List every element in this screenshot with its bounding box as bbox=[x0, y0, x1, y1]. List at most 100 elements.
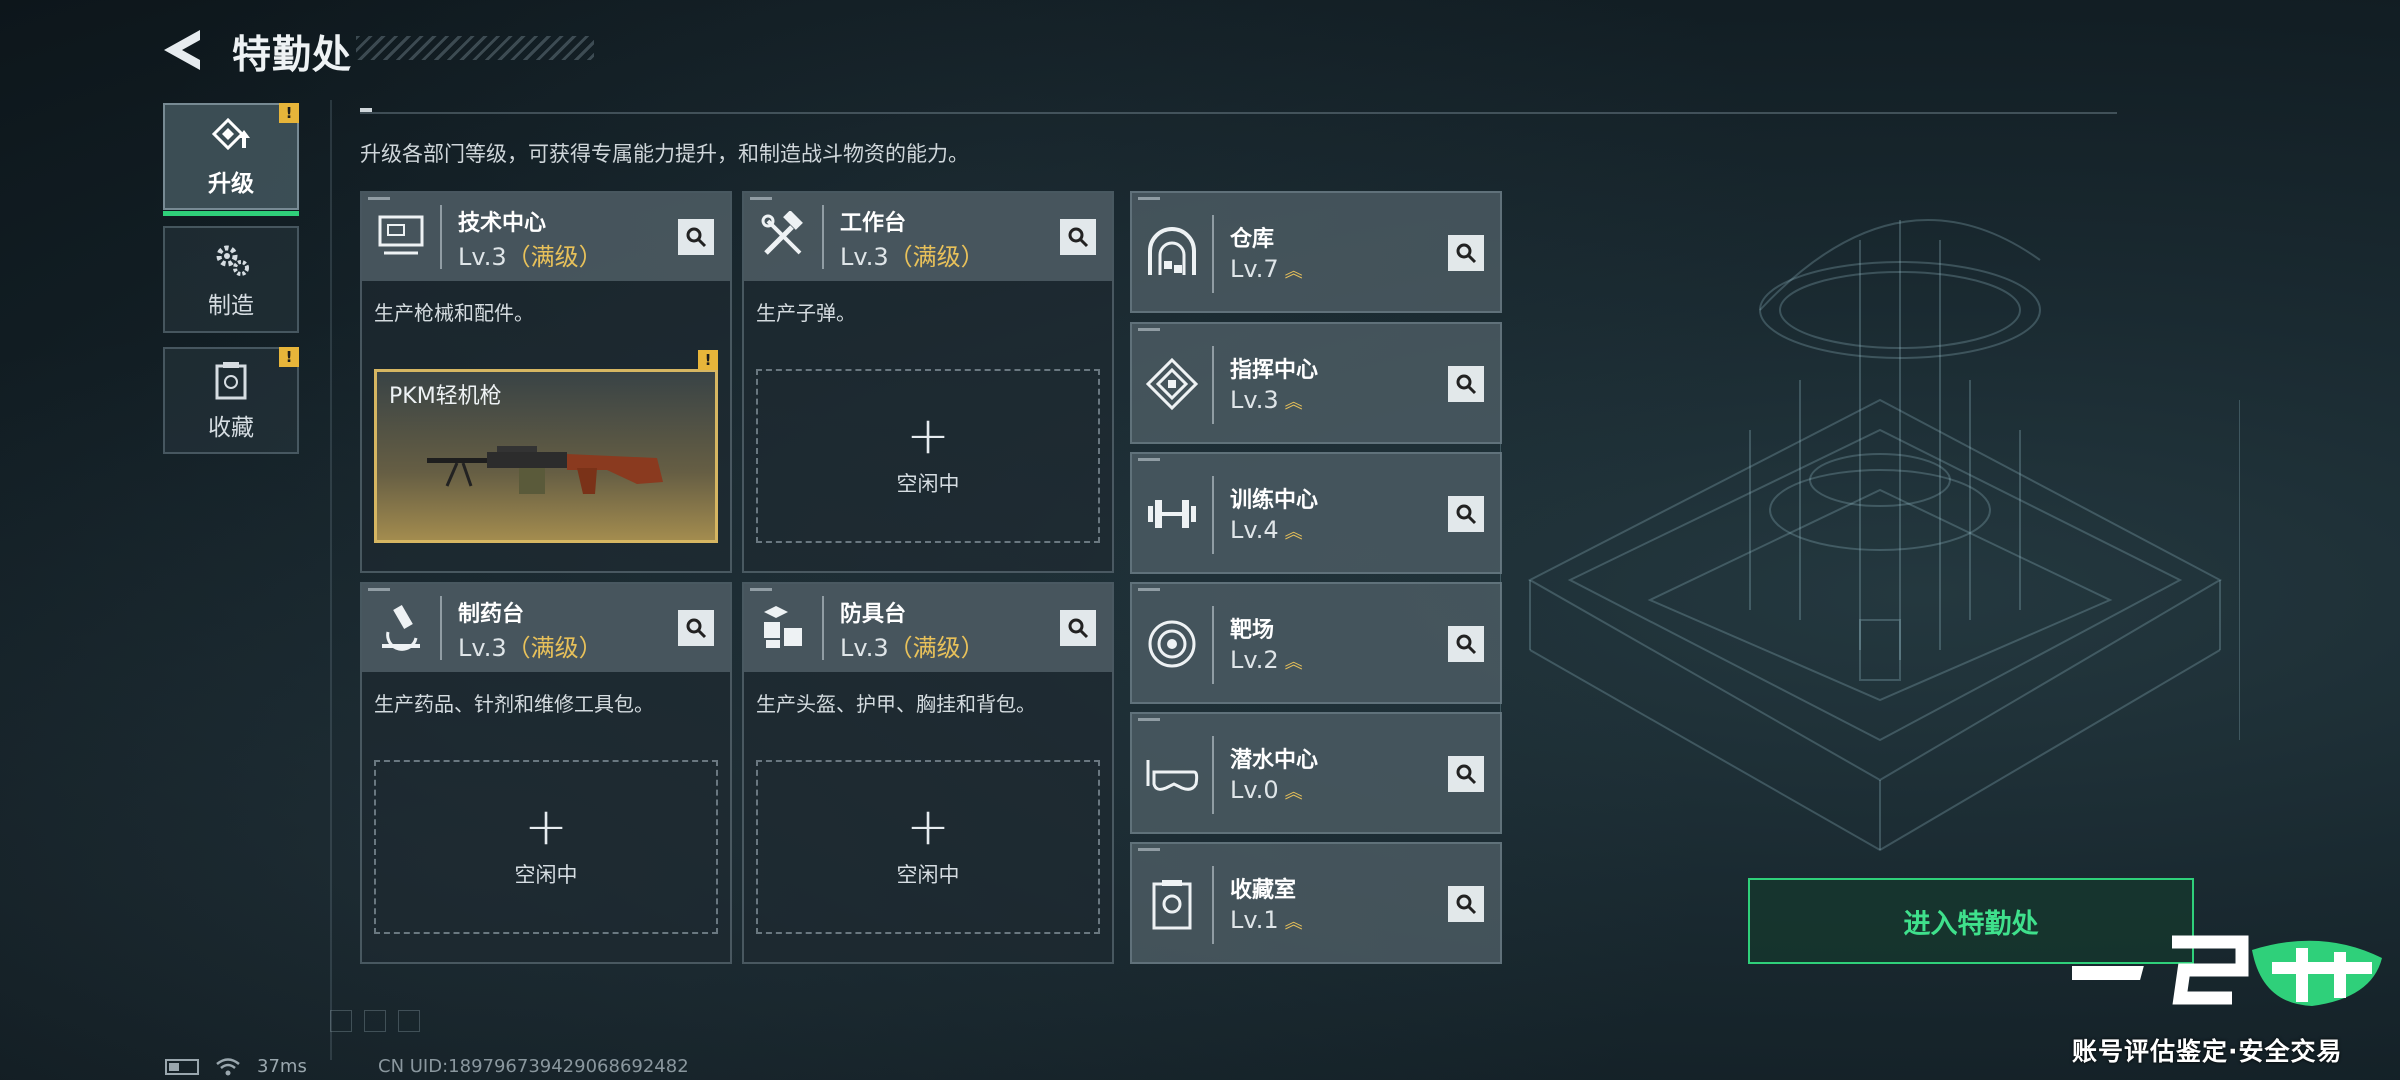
upgradable-chevron-icon: ︽ bbox=[1284, 392, 1303, 413]
search-icon bbox=[1456, 894, 1477, 915]
department-level: Lv.3（满级） bbox=[458, 243, 603, 271]
department-name: 技术中心 bbox=[458, 211, 547, 236]
dumbbell-icon bbox=[1148, 500, 1196, 528]
divider-accent bbox=[360, 108, 372, 112]
production-slot-item[interactable]: PKM轻机枪 ! bbox=[374, 350, 718, 543]
collection-room-icon bbox=[1152, 880, 1192, 930]
upgradable-chevron-icon: ︽ bbox=[1284, 652, 1303, 673]
base-blueprint-illustration bbox=[1500, 219, 2240, 852]
decoration-square bbox=[398, 1010, 420, 1032]
search-icon bbox=[1456, 764, 1477, 785]
battery-icon bbox=[165, 1058, 199, 1075]
department-level: Lv.3（满级） bbox=[458, 634, 603, 662]
slot-status: 空闲中 bbox=[514, 863, 578, 887]
machine-gun-image bbox=[427, 446, 663, 494]
title-decoration bbox=[356, 36, 594, 60]
gears-icon bbox=[216, 245, 249, 276]
add-icon: + bbox=[906, 406, 950, 466]
upgradable-chevron-icon: ︽ bbox=[1284, 912, 1303, 933]
search-button[interactable] bbox=[1448, 626, 1484, 662]
armor-boxes-icon bbox=[764, 606, 802, 648]
facility-level: Lv.3 ︽ bbox=[1230, 386, 1303, 414]
search-icon bbox=[1456, 374, 1477, 395]
search-icon bbox=[686, 618, 707, 639]
search-icon bbox=[1068, 618, 1089, 639]
facility-level: Lv.2 ︽ bbox=[1230, 646, 1303, 674]
department-card-pharmacy[interactable]: 制药台 Lv.3（满级） 生产药品、针剂和维修工具包。 + 空闲中 bbox=[360, 582, 732, 964]
command-center-icon bbox=[1145, 357, 1199, 411]
facility-level: Lv.0 ︽ bbox=[1230, 776, 1303, 804]
department-card-workbench[interactable]: 工作台 Lv.3（满级） 生产子弹。 + 空闲中 bbox=[742, 191, 1114, 573]
empty-production-slot[interactable]: + 空闲中 bbox=[374, 760, 718, 934]
search-icon bbox=[1456, 634, 1477, 655]
search-icon bbox=[1456, 504, 1477, 525]
department-name: 工作台 bbox=[840, 211, 907, 236]
slot-status: 空闲中 bbox=[896, 863, 960, 887]
tools-icon bbox=[761, 211, 803, 255]
empty-production-slot[interactable]: + 空闲中 bbox=[756, 760, 1100, 934]
department-level: Lv.3（满级） bbox=[840, 243, 985, 271]
facility-name: 潜水中心 bbox=[1230, 748, 1319, 773]
search-button[interactable] bbox=[1448, 496, 1484, 532]
tab-upgrade[interactable]: 升级 ! bbox=[163, 103, 299, 216]
ping-value: 37ms bbox=[257, 1056, 307, 1077]
facility-shooting-range[interactable]: 靶场 Lv.2 ︽ bbox=[1130, 582, 1502, 704]
watermark-tagline: 账号评估鉴定·安全交易 bbox=[2072, 1037, 2343, 1066]
search-button[interactable] bbox=[1448, 886, 1484, 922]
decoration-square bbox=[364, 1010, 386, 1032]
department-card-armor-bench[interactable]: 防具台 Lv.3（满级） 生产头盔、护甲、胸挂和背包。 + 空闲中 bbox=[742, 582, 1114, 964]
wifi-icon bbox=[216, 1057, 240, 1075]
facility-diving-center[interactable]: 潜水中心 Lv.0 ︽ bbox=[1130, 712, 1502, 834]
search-icon bbox=[686, 227, 707, 248]
microscope-icon bbox=[382, 604, 420, 651]
facility-command-center[interactable]: 指挥中心 Lv.3 ︽ bbox=[1130, 322, 1502, 444]
department-description: 生产药品、针剂和维修工具包。 bbox=[374, 692, 654, 716]
page-title: 特勤处 bbox=[232, 33, 353, 78]
decoration-square bbox=[330, 1010, 352, 1032]
user-uid: CN UID:1897967394290686924​82 bbox=[378, 1056, 689, 1077]
department-description: 生产枪械和配件。 bbox=[374, 301, 534, 325]
target-icon bbox=[1148, 620, 1196, 668]
status-bar: 37ms bbox=[165, 1056, 307, 1077]
warning-badge: ! bbox=[279, 347, 299, 367]
slot-status: 空闲中 bbox=[896, 472, 960, 496]
search-button[interactable] bbox=[1448, 235, 1484, 271]
divider bbox=[330, 100, 332, 1060]
facility-collection-room[interactable]: 收藏室 Lv.1 ︽ bbox=[1130, 842, 1502, 964]
department-description: 生产子弹。 bbox=[756, 301, 856, 325]
facility-training-center[interactable]: 训练中心 Lv.4 ︽ bbox=[1130, 452, 1502, 574]
facility-name: 靶场 bbox=[1230, 618, 1275, 643]
upgradable-chevron-icon: ︽ bbox=[1284, 261, 1303, 282]
tab-craft[interactable]: 制造 bbox=[163, 226, 299, 333]
warning-badge: ! bbox=[698, 350, 718, 370]
search-button[interactable] bbox=[1060, 610, 1096, 646]
empty-production-slot[interactable]: + 空闲中 bbox=[756, 369, 1100, 543]
facility-name: 仓库 bbox=[1230, 227, 1275, 252]
facility-level: Lv.1 ︽ bbox=[1230, 906, 1303, 934]
search-button[interactable] bbox=[1448, 756, 1484, 792]
add-icon: + bbox=[906, 797, 950, 857]
search-icon bbox=[1456, 243, 1477, 264]
facility-level: Lv.4 ︽ bbox=[1230, 516, 1303, 544]
search-icon bbox=[1068, 227, 1089, 248]
department-card-tech-center[interactable]: 技术中心 Lv.3（满级） 生产枪械和配件。 PKM轻机枪 ! bbox=[360, 191, 732, 573]
search-button[interactable] bbox=[1448, 366, 1484, 402]
facility-name: 训练中心 bbox=[1230, 488, 1319, 513]
search-button[interactable] bbox=[678, 610, 714, 646]
upgradable-chevron-icon: ︽ bbox=[1284, 522, 1303, 543]
divider bbox=[360, 112, 2117, 114]
back-arrow-icon[interactable] bbox=[160, 28, 208, 72]
tab-upgrade-label: 升级 bbox=[208, 170, 254, 197]
item-name: PKM轻机枪 bbox=[389, 384, 502, 409]
computer-icon bbox=[378, 215, 424, 255]
watermark-logo bbox=[2072, 935, 2382, 1006]
search-button[interactable] bbox=[1060, 219, 1096, 255]
warning-badge: ! bbox=[279, 103, 299, 123]
department-description: 生产头盔、护甲、胸挂和背包。 bbox=[756, 692, 1036, 716]
facility-warehouse[interactable]: 仓库 Lv.7 ︽ bbox=[1130, 191, 1502, 313]
tab-collection[interactable]: 收藏 ! bbox=[163, 347, 299, 454]
add-icon: + bbox=[524, 797, 568, 857]
facility-name: 指挥中心 bbox=[1230, 358, 1319, 383]
search-button[interactable] bbox=[678, 219, 714, 255]
section-description: 升级各部门等级，可获得专属能力提升，和制造战斗物资的能力。 bbox=[360, 142, 969, 166]
